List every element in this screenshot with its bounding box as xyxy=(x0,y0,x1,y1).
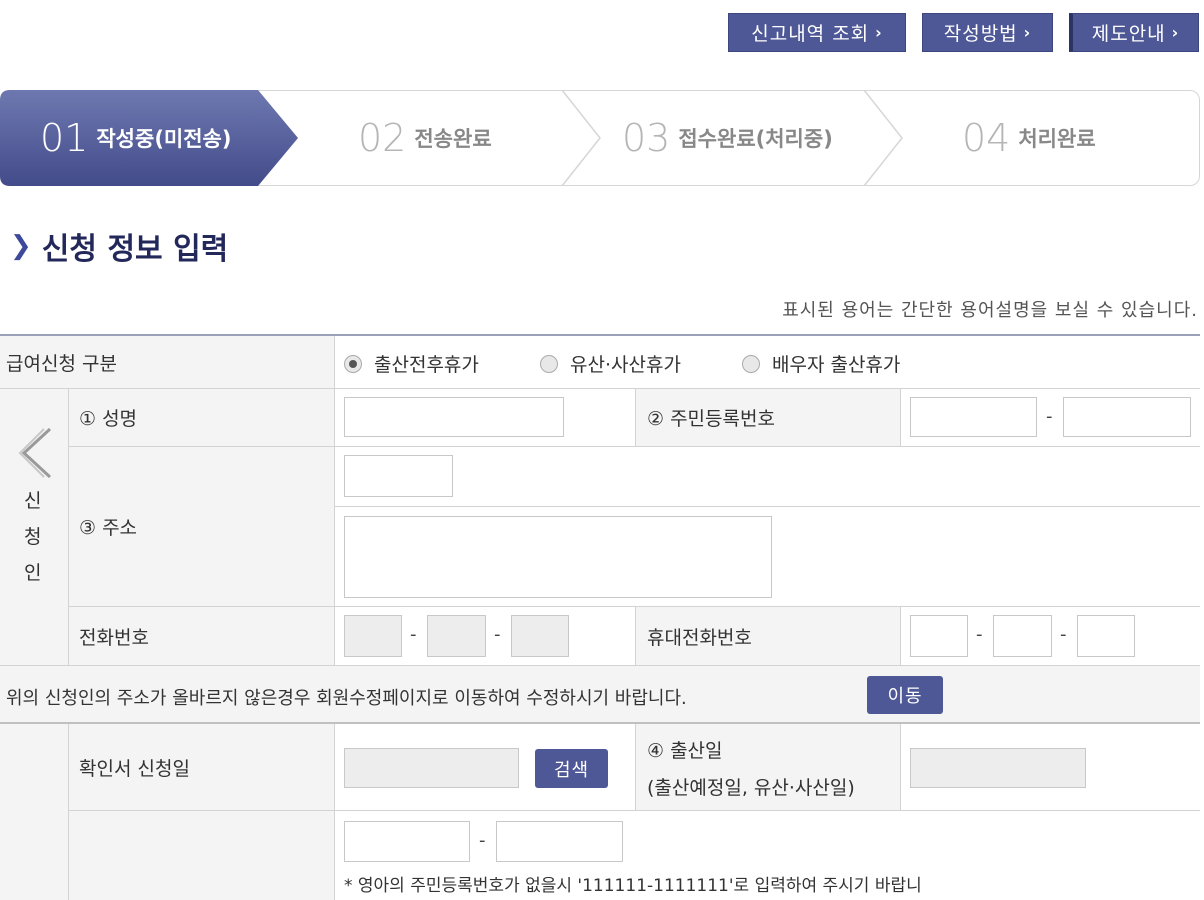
help-note: 표시된 용어는 간단한 용어설명을 보실 수 있습니다. xyxy=(782,300,1198,321)
phone-part1-input[interactable] xyxy=(344,615,402,657)
step-2: 02 전송완료 xyxy=(358,90,492,186)
phone-part3-input[interactable] xyxy=(511,615,569,657)
radio-miscarriage-leave[interactable]: 유산·사산휴가 xyxy=(540,350,681,377)
column-divider xyxy=(635,724,636,810)
dash: - xyxy=(494,624,501,645)
phone-label: 전화번호 xyxy=(79,626,149,649)
applicant-label-char: 청 xyxy=(24,526,42,548)
chevron-right-icon: › xyxy=(1023,23,1032,42)
rrn-label: ② 주민등록번호 xyxy=(647,408,775,430)
step-2-label: 전송완료 xyxy=(414,127,492,151)
step-4-number: 04 xyxy=(962,116,1011,160)
phone-part2-input[interactable] xyxy=(427,615,486,657)
move-button[interactable]: 이동 xyxy=(867,676,943,714)
address-label: ③ 주소 xyxy=(79,517,138,539)
step-1-label: 작성중(미전송) xyxy=(96,127,232,151)
step-4-label: 처리완료 xyxy=(1018,127,1096,151)
birth-date-sublabel: (출산예정일, 유산·사산일) xyxy=(647,777,855,799)
dash: - xyxy=(976,624,983,645)
address-label-cell: ③ 주소 xyxy=(69,447,334,606)
rrn-back-input[interactable] xyxy=(1063,397,1191,437)
how-to-write-button[interactable]: 작성방법 › xyxy=(922,13,1053,52)
history-lookup-label: 신고내역 조회 xyxy=(751,23,870,45)
radio-label: 출산전후휴가 xyxy=(374,354,479,376)
radio-label: 배우자 출산휴가 xyxy=(772,354,901,376)
radio-maternity-leave[interactable]: 출산전후휴가 xyxy=(344,350,479,377)
section-title-text: 신청 정보 입력 xyxy=(41,232,229,267)
address-notice-text: 위의 신청인의 주소가 올바르지 않은경우 회원수정페이지로 이동하여 수정하시… xyxy=(6,688,687,709)
dash: - xyxy=(410,624,417,645)
applicant-label-cell: 신 청 인 xyxy=(0,389,68,665)
type-label-cell: 급여신청 구분 xyxy=(0,336,334,388)
name-input[interactable] xyxy=(344,397,564,437)
move-button-label: 이동 xyxy=(887,686,923,707)
chevron-right-icon: › xyxy=(875,23,883,42)
step-3-number: 03 xyxy=(622,116,671,160)
applicant-label-char: 인 xyxy=(24,562,42,584)
blank-label-cell xyxy=(0,724,68,900)
rrn-label-cell: ② 주민등록번호 xyxy=(635,389,900,446)
mobile-label: 휴대전화번호 xyxy=(647,626,752,649)
radio-label: 유산·사산휴가 xyxy=(570,354,681,376)
infant-rrn-label-cell xyxy=(69,811,334,900)
address-input[interactable] xyxy=(344,516,772,598)
step-3: 03 접수완료(처리중) xyxy=(622,90,833,186)
chevron-left-icon[interactable] xyxy=(18,425,54,481)
radio-unselected-icon xyxy=(742,354,760,373)
confirm-date-input[interactable] xyxy=(344,748,519,788)
step-1-number: 01 xyxy=(40,116,89,160)
confirm-date-label-cell: 확인서 신청일 xyxy=(69,724,334,810)
dash: - xyxy=(1060,624,1067,645)
step-3-label: 접수완료(처리중) xyxy=(678,127,833,151)
chevron-right-icon: ❯ xyxy=(10,231,32,261)
birth-date-label: ④ 출산일 xyxy=(647,740,723,762)
type-label: 급여신청 구분 xyxy=(6,352,117,375)
column-divider xyxy=(900,389,901,446)
step-divider-icon xyxy=(561,90,601,186)
mobile-label-cell: 휴대전화번호 xyxy=(635,607,900,665)
birth-date-input[interactable] xyxy=(910,748,1086,788)
radio-unselected-icon xyxy=(540,354,558,373)
step-4: 04 처리완료 xyxy=(962,90,1096,186)
mobile-part2-input[interactable] xyxy=(993,615,1052,657)
name-label-cell: ① 성명 xyxy=(69,389,334,446)
dash: - xyxy=(479,830,486,851)
infant-rrn-back-input[interactable] xyxy=(496,821,623,862)
how-to-write-label: 작성방법 xyxy=(943,23,1018,45)
step-2-number: 02 xyxy=(358,116,407,160)
name-label: ① 성명 xyxy=(79,408,138,430)
column-divider xyxy=(334,336,335,665)
applicant-label-char: 신 xyxy=(24,490,42,512)
dash: - xyxy=(1046,406,1053,427)
birth-date-label-cell: ④ 출산일 (출산예정일, 유산·사산일) xyxy=(635,724,900,810)
column-divider xyxy=(900,607,901,665)
progress-steps: 01 작성중(미전송) 02 전송완료 03 접수완료(처리중) 04 처리완료 xyxy=(0,90,1200,186)
system-guide-button[interactable]: 제도안내 › xyxy=(1069,13,1199,52)
system-guide-label: 제도안내 xyxy=(1091,23,1166,45)
step-1: 01 작성중(미전송) xyxy=(40,90,231,186)
postal-code-input[interactable] xyxy=(344,455,453,497)
column-divider xyxy=(635,389,636,446)
chevron-right-icon: › xyxy=(1171,23,1180,42)
radio-selected-icon xyxy=(344,354,362,373)
radio-spouse-leave[interactable]: 배우자 출산휴가 xyxy=(742,350,900,377)
confirm-date-label: 확인서 신청일 xyxy=(79,757,190,780)
search-button[interactable]: 검색 xyxy=(535,749,608,788)
step-divider-icon xyxy=(863,90,903,186)
history-lookup-button[interactable]: 신고내역 조회 › xyxy=(728,13,906,52)
rrn-front-input[interactable] xyxy=(910,397,1037,437)
column-divider xyxy=(635,607,636,665)
mobile-part3-input[interactable] xyxy=(1077,615,1135,657)
mobile-part1-input[interactable] xyxy=(910,615,968,657)
infant-rrn-front-input[interactable] xyxy=(344,821,470,862)
section-title: ❯ 신청 정보 입력 xyxy=(10,224,228,268)
search-button-label: 검색 xyxy=(553,759,590,781)
infant-rrn-note: * 영아의 주민등록번호가 없을시 '111111-1111111'로 입력하여… xyxy=(344,876,922,896)
column-divider xyxy=(900,724,901,810)
column-divider xyxy=(334,724,335,900)
row-divider xyxy=(335,506,1200,507)
phone-label-cell: 전화번호 xyxy=(69,607,334,665)
